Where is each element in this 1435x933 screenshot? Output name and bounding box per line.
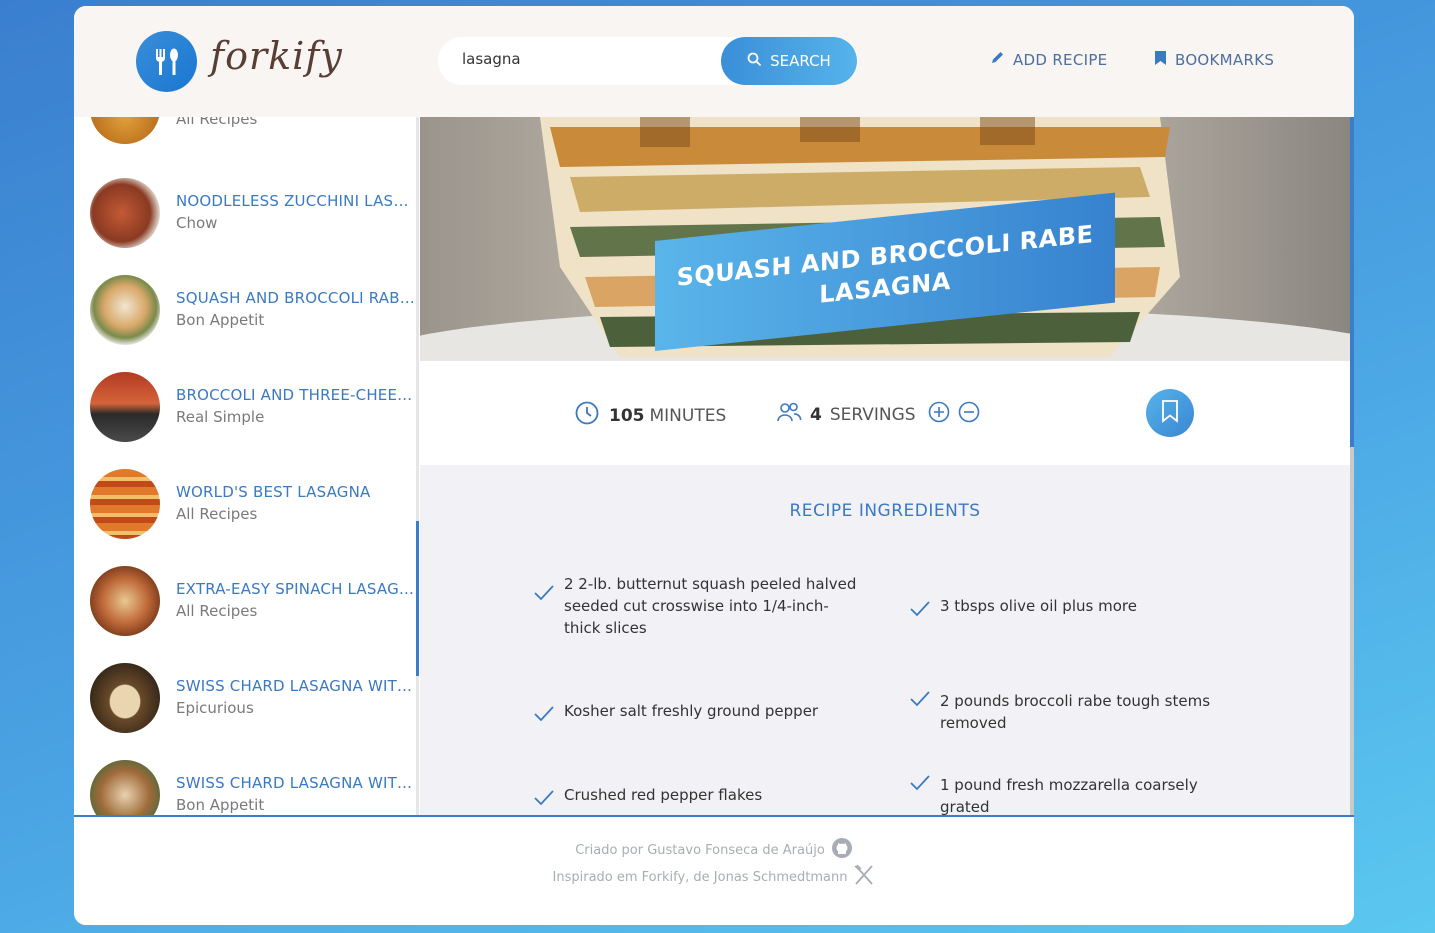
result-publisher: Epicurious [176,699,254,717]
results-scrollbar-thumb[interactable] [416,521,419,676]
search-button[interactable]: SEARCH [721,37,857,85]
result-item[interactable]: NOODLELESS ZUCCHINI LASAGNA Chow [90,178,416,250]
result-title: WORLD'S BEST LASAGNA [176,483,371,501]
result-publisher: Chow [176,214,218,232]
results-scrollbar[interactable] [416,117,419,815]
app-window: forkify SEARCH ADD RECIPE BOOKMARKS [74,6,1354,925]
result-thumbnail [90,469,160,539]
result-title: BROCCOLI AND THREE-CHEESE LASAGNA [176,386,416,404]
clock-icon [575,401,599,430]
result-publisher: All Recipes [176,117,258,128]
ingredient-text: 3 tbsps olive oil plus more [940,597,1137,615]
github-icon[interactable] [831,837,853,863]
ingredient-text: 2 pounds broccoli rabe tough stems remov… [940,692,1211,732]
result-thumbnail [90,178,160,248]
result-item[interactable]: SWISS CHARD LASAGNA WITH RICOTTA Epicuri… [90,663,416,735]
check-icon [534,706,554,728]
decrease-servings-icon[interactable] [958,401,980,428]
pencil-icon [990,50,1005,69]
result-thumbnail [90,372,160,442]
recipe-scrollbar-thumb[interactable] [1350,117,1354,447]
result-item[interactable]: EXTRA-EASY SPINACH LASAGNA All Recipes [90,566,416,638]
bookmark-icon [1154,50,1167,70]
bookmark-outline-icon [1160,399,1180,427]
result-publisher: All Recipes [176,505,258,523]
logo-fork-knife-icon[interactable] [136,31,197,92]
result-thumbnail [90,663,160,733]
servings: 4 SERVINGS [776,401,980,428]
users-icon [776,401,802,428]
search-button-label: SEARCH [770,52,831,70]
ingredients-heading: RECIPE INGREDIENTS [789,501,981,521]
ingredient-text: Kosher salt freshly ground pepper [564,702,819,720]
ingredient-text: 2 2-lb. butternut squash peeled halved s… [564,575,857,637]
search-icon [747,52,762,71]
check-icon [534,790,554,812]
recipe-view: SQUASH AND BROCCOLI RABE LASAGNA 105 MIN… [420,117,1350,815]
bookmarks-label: BOOKMARKS [1175,51,1275,69]
search-input[interactable] [462,50,712,68]
result-item[interactable]: SWISS CHARD LASAGNA WITH BECHAMEL Bon Ap… [90,760,416,815]
servings-label: SERVINGS [829,404,916,425]
cooking-time: 105 MINUTES [575,401,726,430]
increase-servings-icon[interactable] [928,401,950,428]
result-title: SQUASH AND BROCCOLI RABE LASAGNA [176,289,416,307]
result-title: SWISS CHARD LASAGNA WITH RICOTTA [176,677,416,695]
recipe-details: 105 MINUTES 4 SERVINGS [420,361,1350,465]
footer-credit: Criado por Gustavo Fonseca de Araújo [74,837,1354,863]
footer-inspiration: Inspirado em Forkify, de Jonas Schmedtma… [74,864,1354,890]
header: forkify SEARCH ADD RECIPE BOOKMARKS [74,6,1354,117]
add-recipe-button[interactable]: ADD RECIPE [990,50,1107,69]
result-item[interactable]: All Recipes [90,117,410,146]
minutes-value: 105 [609,405,645,426]
result-thumbnail [90,760,160,815]
check-icon [910,691,930,713]
footer-inspiration-text: Inspirado em Forkify, de Jonas Schmedtma… [552,869,848,885]
check-icon [534,585,554,607]
result-publisher: All Recipes [176,602,258,620]
result-item[interactable]: SQUASH AND BROCCOLI RABE LASAGNA Bon App… [90,275,416,347]
result-title: EXTRA-EASY SPINACH LASAGNA [176,580,416,598]
check-icon [910,601,930,623]
result-thumbnail [90,566,160,636]
add-recipe-label: ADD RECIPE [1013,50,1108,69]
result-item[interactable]: BROCCOLI AND THREE-CHEESE LASAGNA Real S… [90,372,416,444]
recipe-image: SQUASH AND BROCCOLI RABE LASAGNA [420,117,1350,361]
footer-credit-text: Criado por Gustavo Fonseca de Araújo [575,842,825,858]
ingredient-text: 1 pound fresh mozzarella coarsely grated [940,776,1198,815]
search-form: SEARCH [438,37,858,85]
servings-value: 4 [810,404,822,425]
footer: Criado por Gustavo Fonseca de Araújo Ins… [74,815,1354,925]
result-publisher: Bon Appetit [176,311,265,329]
result-item[interactable]: WORLD'S BEST LASAGNA All Recipes [90,469,410,541]
result-title: NOODLELESS ZUCCHINI LASAGNA [176,192,416,210]
result-publisher: Real Simple [176,408,265,426]
bookmark-recipe-button[interactable] [1146,389,1194,437]
result-thumbnail [90,275,160,345]
result-thumbnail [90,117,160,144]
ingredient-item: 2 2-lb. butternut squash peeled halved s… [534,573,856,643]
ingredient-text: Crushed red pepper flakes [564,786,763,804]
logo-text[interactable]: forkify [210,34,343,78]
fork-knife-icon[interactable] [853,864,875,890]
result-title: SWISS CHARD LASAGNA WITH BECHAMEL [176,774,416,792]
check-icon [910,775,930,797]
bookmarks-button[interactable]: BOOKMARKS [1154,50,1274,70]
search-results-list[interactable]: All Recipes NOODLELESS ZUCCHINI LASAGNA … [74,117,419,815]
result-publisher: Bon Appetit [176,796,265,814]
minutes-label: MINUTES [649,405,727,426]
